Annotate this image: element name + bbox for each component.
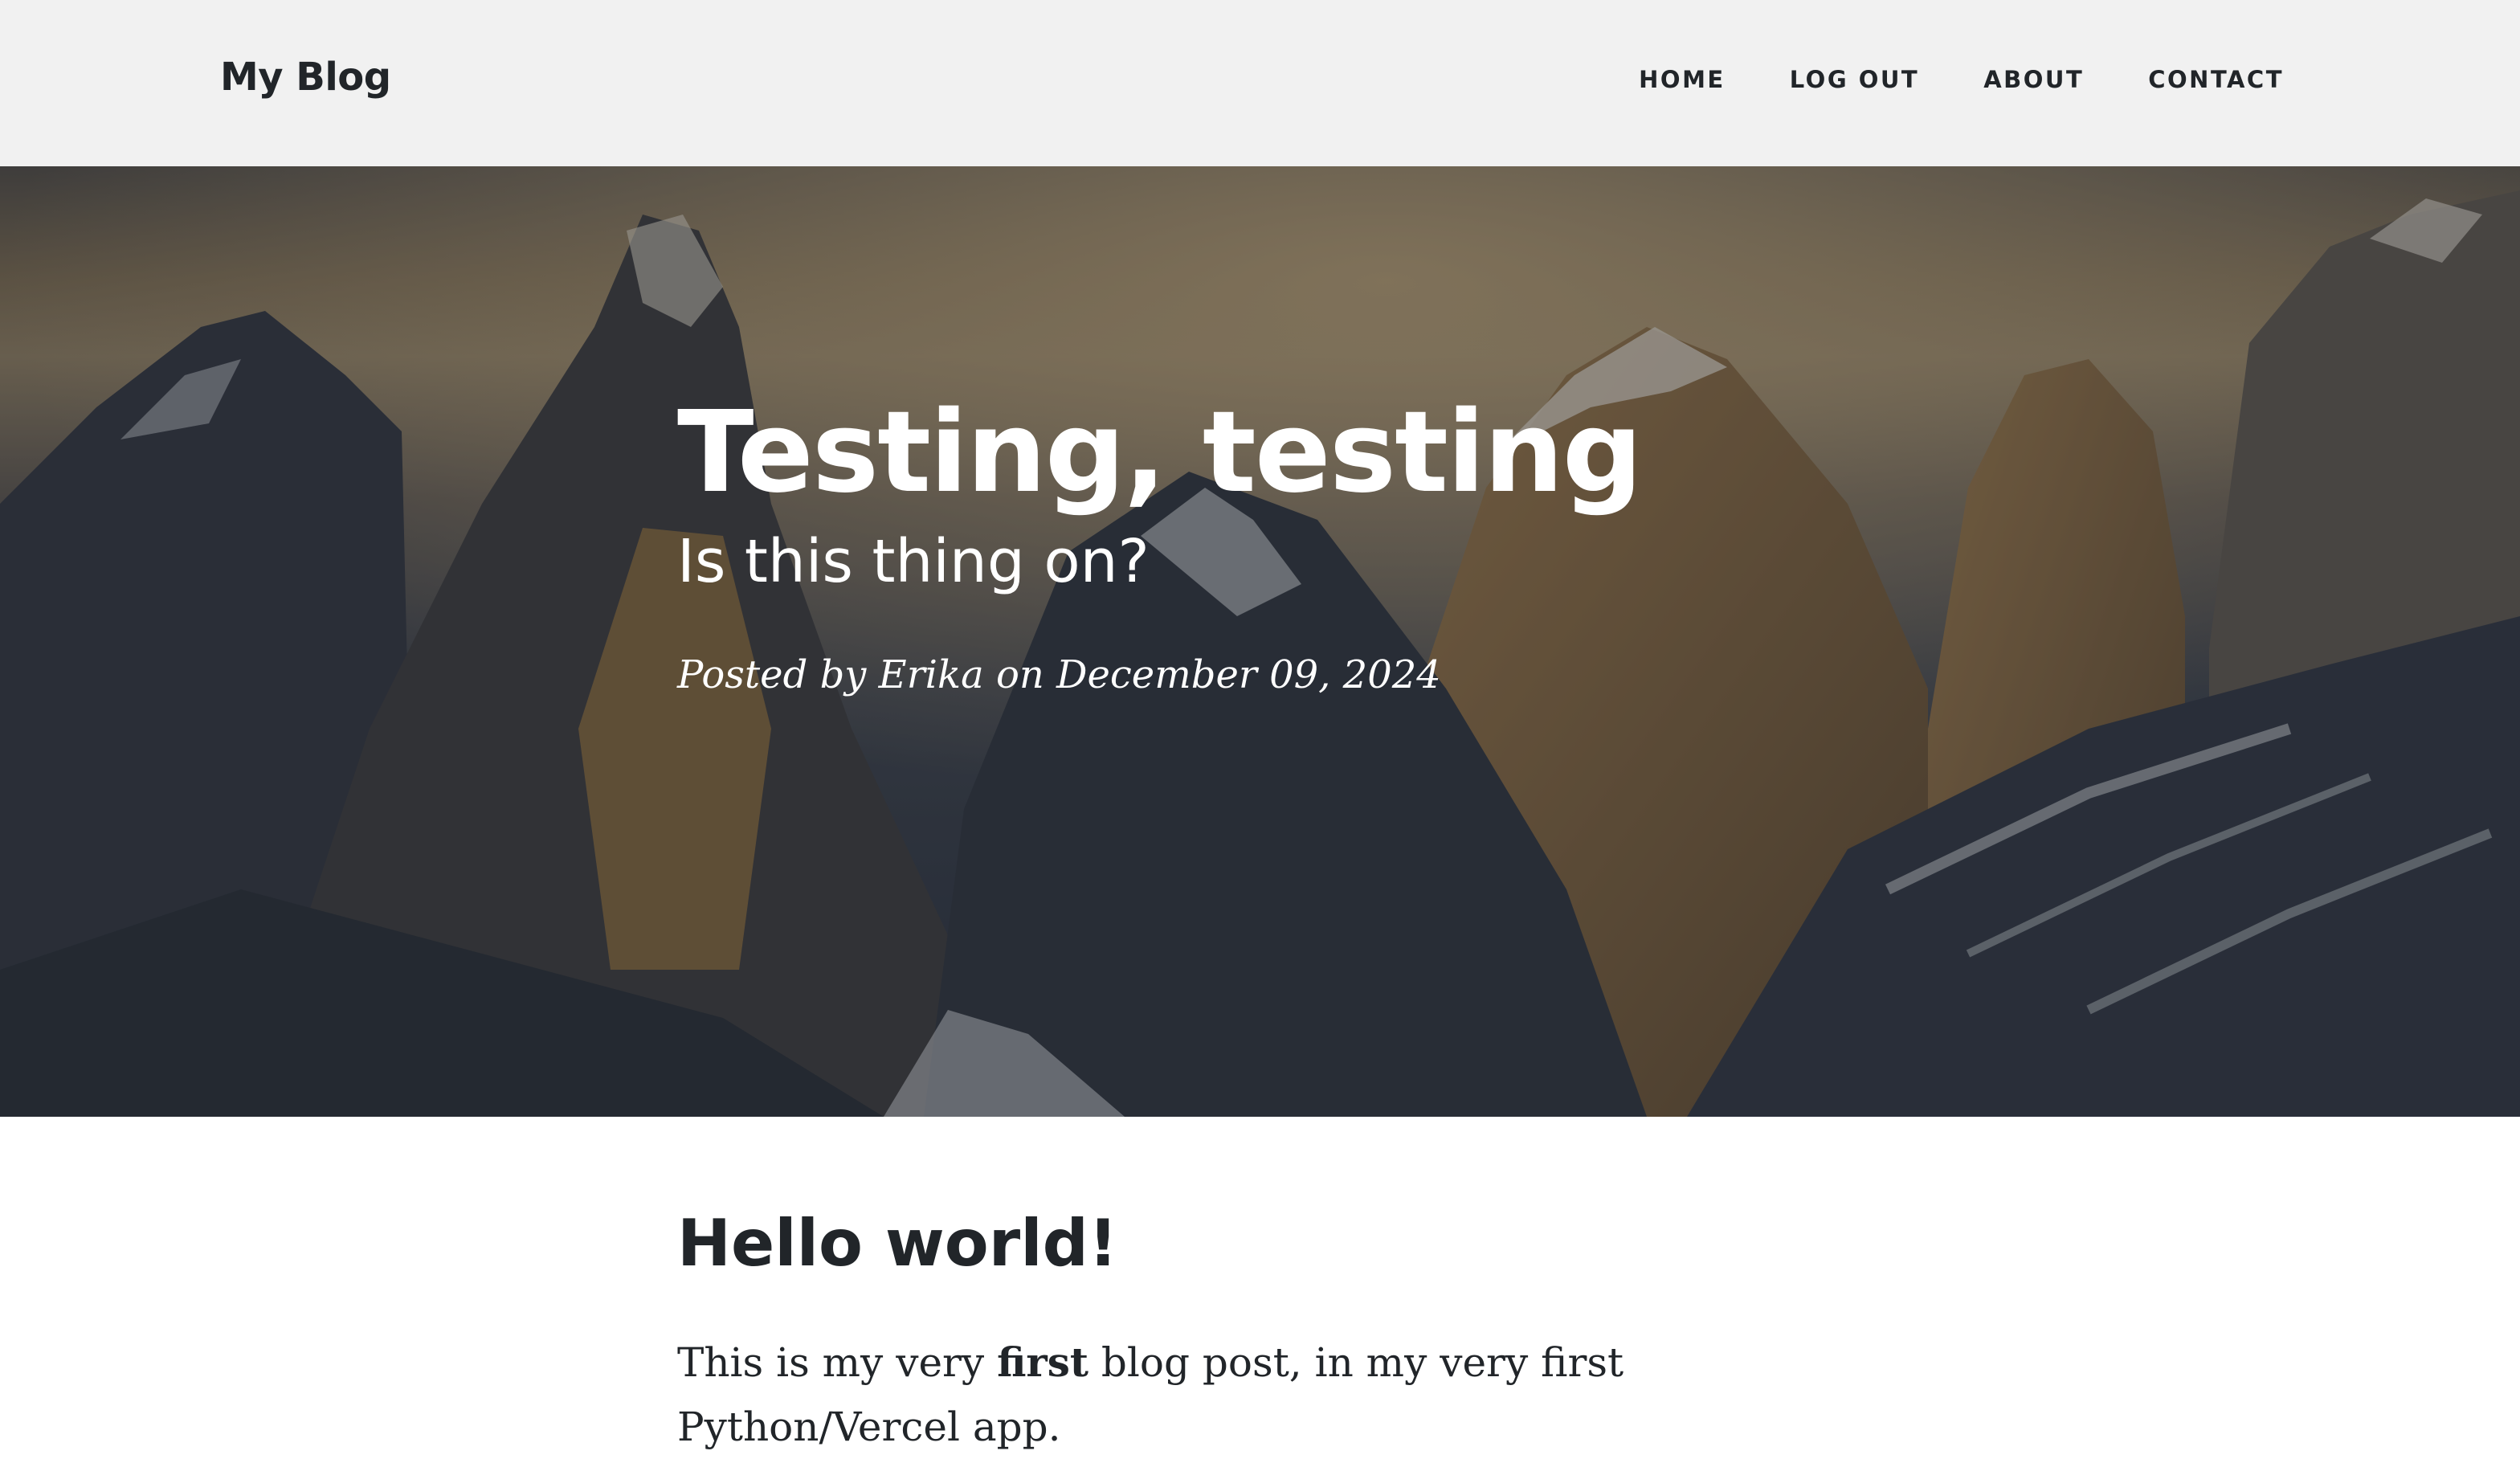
nav-contact-link[interactable]: CONTACT bbox=[2148, 66, 2284, 93]
post-subtitle: Is this thing on? bbox=[677, 527, 1150, 596]
hero-text: Testing, testing Is this thing on? Poste… bbox=[677, 391, 1882, 697]
post-title: Testing, testing bbox=[677, 387, 1643, 518]
brand-link[interactable]: My Blog bbox=[220, 55, 391, 100]
nav-about-link[interactable]: ABOUT bbox=[1983, 66, 2084, 93]
post-meta: Posted by Erika on December 09, 2024 bbox=[677, 652, 1441, 697]
post-content: Hello world! This is my very first blog … bbox=[677, 1205, 1842, 1459]
navbar: My Blog HOME LOG OUT ABOUT CONTACT bbox=[0, 0, 2520, 166]
nav-logout-link[interactable]: LOG OUT bbox=[1790, 66, 1919, 93]
nav-links: HOME LOG OUT ABOUT CONTACT bbox=[1639, 66, 2284, 93]
post-text-bold: first bbox=[997, 1338, 1089, 1386]
post-text-before: This is my very bbox=[677, 1339, 998, 1386]
nav-home-link[interactable]: HOME bbox=[1639, 66, 1726, 93]
hero-header: Testing, testing Is this thing on? Poste… bbox=[0, 166, 2520, 1117]
post-heading: Hello world! bbox=[677, 1206, 1118, 1281]
post-paragraph: This is my very first blog post, in my v… bbox=[677, 1330, 1842, 1459]
